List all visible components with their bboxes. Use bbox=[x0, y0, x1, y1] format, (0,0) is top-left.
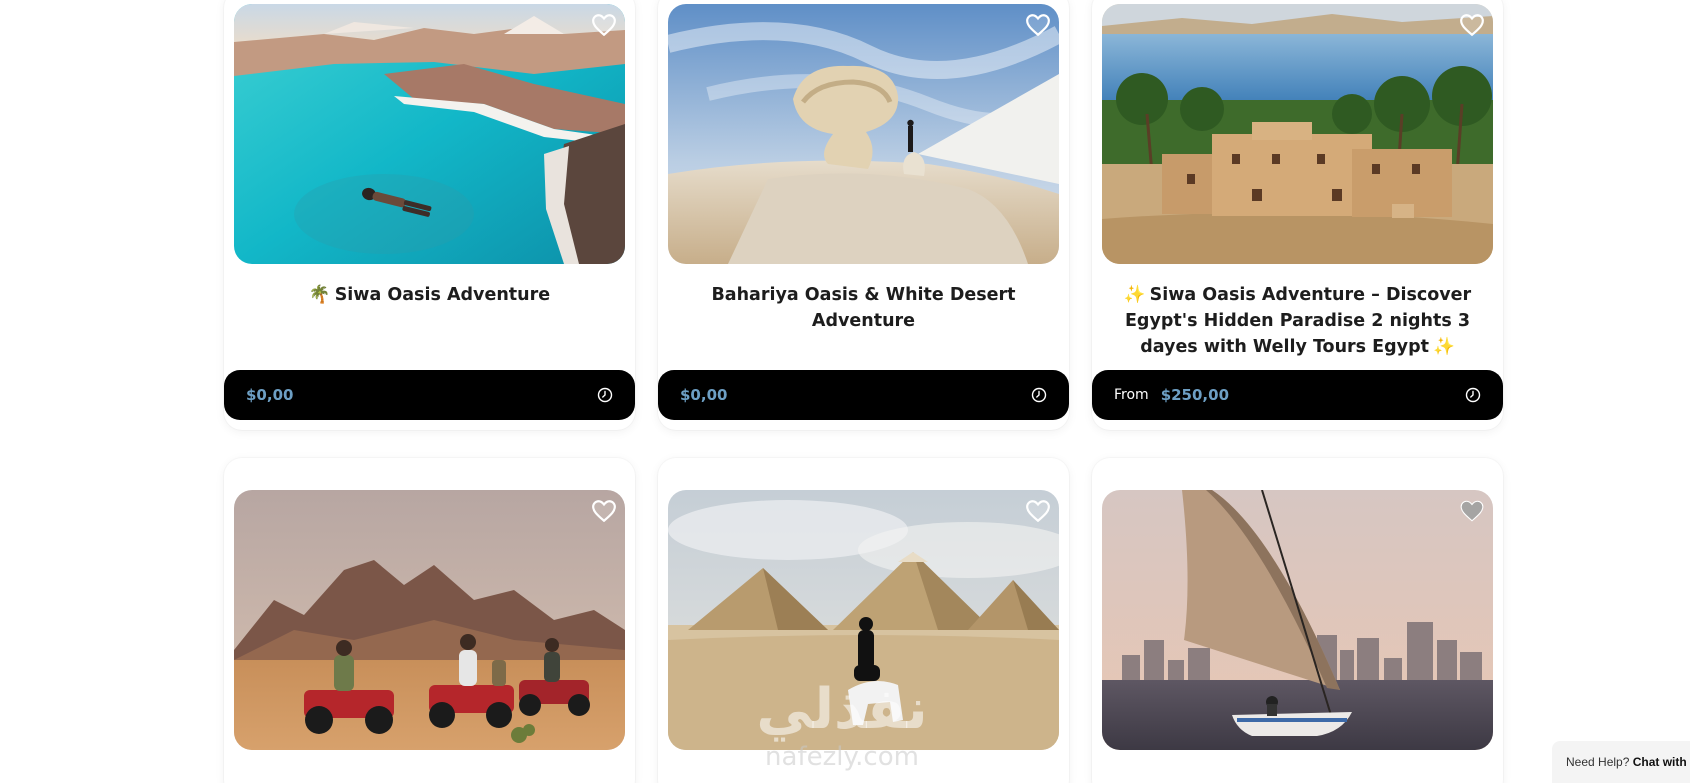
tour-card-siwa[interactable]: 🌴 Siwa Oasis Adventure $0,00 bbox=[224, 0, 635, 430]
favorite-heart-icon[interactable] bbox=[1459, 12, 1485, 38]
tour-image-felucca[interactable] bbox=[1102, 490, 1493, 750]
favorite-heart-icon[interactable] bbox=[591, 12, 617, 38]
tour-title[interactable]: 🌴 Siwa Oasis Adventure bbox=[238, 282, 621, 308]
sparkles-emoji: ✨ bbox=[1432, 337, 1455, 357]
sparkles-emoji: ✨ bbox=[1123, 285, 1146, 305]
favorite-heart-icon[interactable] bbox=[591, 498, 617, 524]
tour-price: $0,00 bbox=[680, 386, 728, 404]
price-from-label: From bbox=[1114, 387, 1149, 403]
tour-price: $250,00 bbox=[1160, 386, 1230, 404]
tour-image-pyramids[interactable] bbox=[668, 490, 1059, 750]
tour-title-text[interactable]: Siwa Oasis Adventure bbox=[335, 285, 550, 305]
tour-image-white-desert[interactable] bbox=[668, 4, 1059, 264]
tour-title[interactable]: ✨ Siwa Oasis Adventure – Discover Egypt's… bbox=[1106, 282, 1489, 360]
help-prefix: Need Help? bbox=[1566, 755, 1630, 769]
clock-icon bbox=[1465, 387, 1481, 403]
help-chat-widget[interactable]: Need Help? Chat with us bbox=[1552, 741, 1690, 783]
tour-card-bahariya[interactable]: Bahariya Oasis & White Desert Adventure … bbox=[658, 0, 1069, 430]
tour-card-nile-felucca[interactable] bbox=[1092, 458, 1503, 783]
tour-title-text[interactable]: Bahariya Oasis & White Desert Adventure bbox=[711, 285, 1015, 331]
palm-tree-emoji: 🌴 bbox=[308, 285, 331, 305]
clock-icon bbox=[597, 387, 613, 403]
favorite-heart-icon[interactable] bbox=[1025, 12, 1051, 38]
tour-card-siwa-welly[interactable]: ✨ Siwa Oasis Adventure – Discover Egypt's… bbox=[1092, 0, 1503, 430]
favorite-heart-icon[interactable] bbox=[1025, 498, 1051, 524]
tour-card-quad-safari[interactable] bbox=[224, 458, 635, 783]
price-bar: From $250,00 bbox=[1092, 370, 1503, 420]
price-bar: $0,00 bbox=[658, 370, 1069, 420]
favorite-heart-icon[interactable] bbox=[1459, 498, 1485, 524]
tour-image-siwa-lodge[interactable] bbox=[1102, 4, 1493, 264]
tour-title[interactable]: Bahariya Oasis & White Desert Adventure bbox=[672, 282, 1055, 334]
tour-image-siwa-lake[interactable] bbox=[234, 4, 625, 264]
tour-card-pyramids[interactable] bbox=[658, 458, 1069, 783]
price-bar: $0,00 bbox=[224, 370, 635, 420]
tour-image-quad-bikes[interactable] bbox=[234, 490, 625, 750]
tour-title-text[interactable]: Siwa Oasis Adventure – Discover Egypt's … bbox=[1125, 285, 1471, 357]
clock-icon bbox=[1031, 387, 1047, 403]
tour-price: $0,00 bbox=[246, 386, 294, 404]
chat-link[interactable]: Chat with us bbox=[1633, 755, 1690, 769]
